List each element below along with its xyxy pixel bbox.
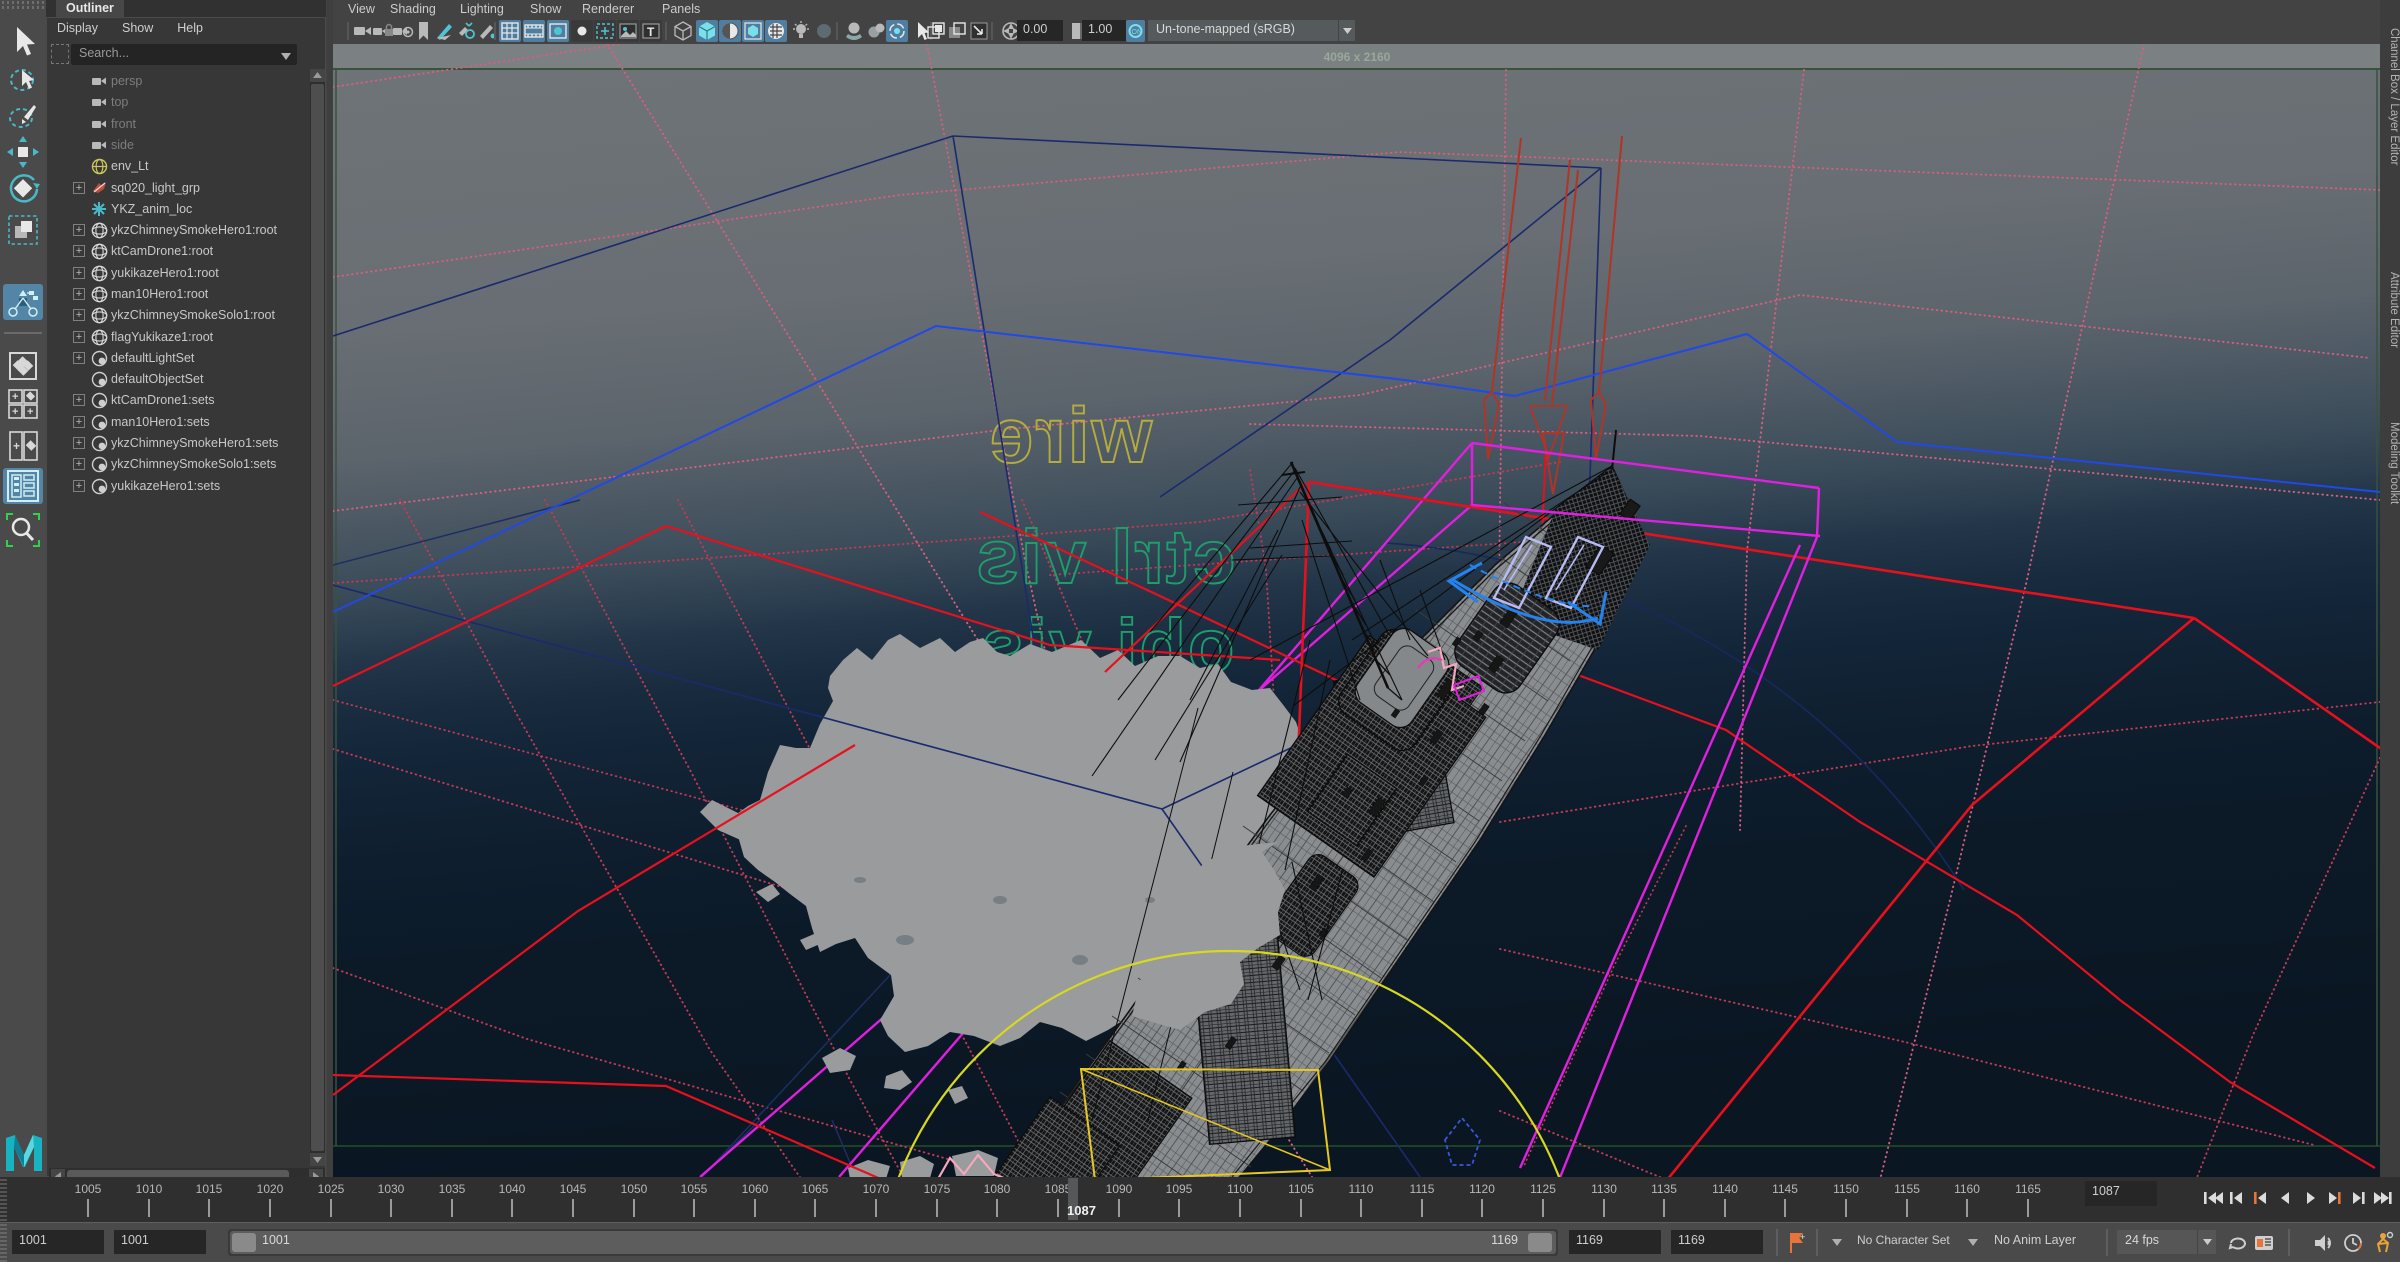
svg-text:4096 x 2160: 4096 x 2160 <box>1324 50 1391 64</box>
svg-text:+: + <box>1800 1232 1805 1242</box>
svg-text:+: + <box>27 406 33 418</box>
svg-text:ON: ON <box>1132 29 1143 36</box>
svg-text:+: + <box>12 391 18 403</box>
svg-text:+: + <box>12 406 18 418</box>
svg-text:wire: wire <box>988 391 1153 479</box>
svg-text:T: T <box>647 25 655 39</box>
svg-text:+: + <box>13 439 20 453</box>
